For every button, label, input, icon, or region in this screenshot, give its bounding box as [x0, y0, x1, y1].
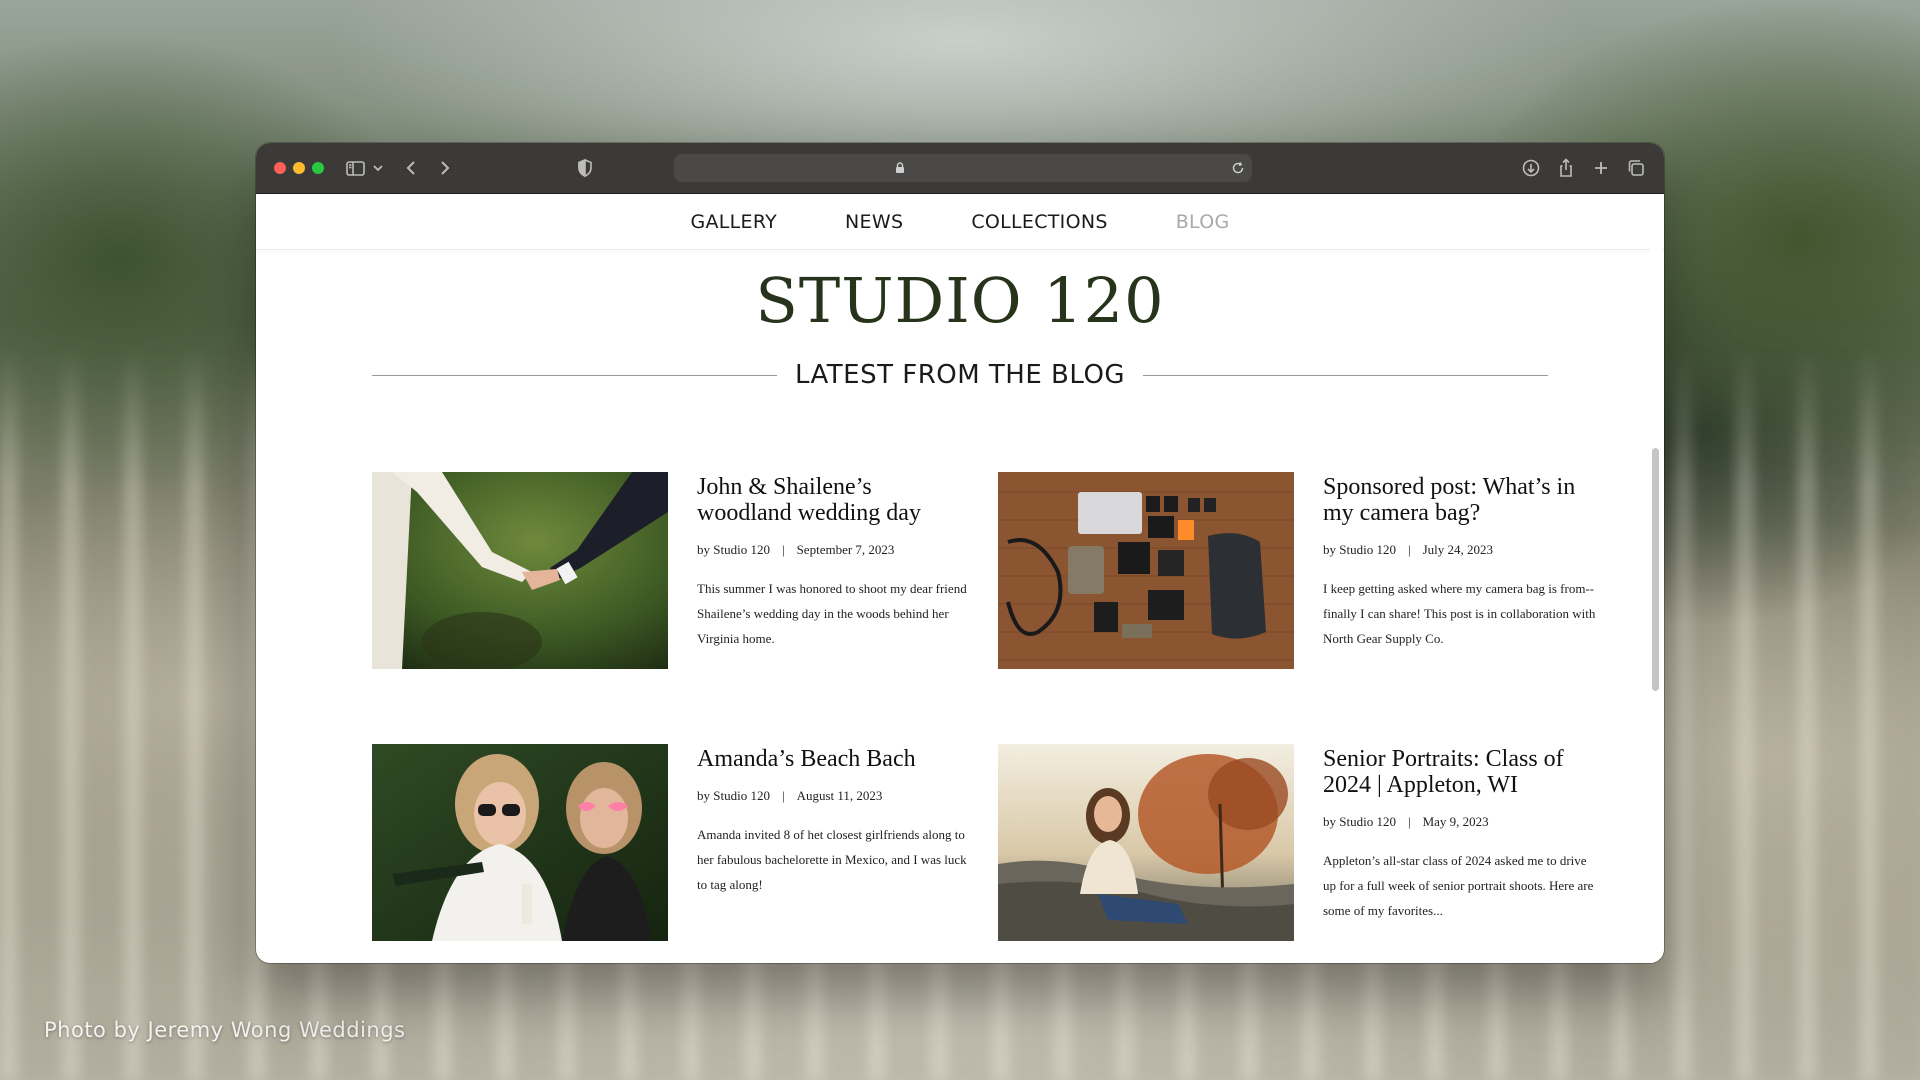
- meta-separator: |: [1408, 814, 1411, 829]
- post-meta: by Studio 120 | September 7, 2023: [697, 542, 972, 558]
- post-date: May 9, 2023: [1423, 814, 1489, 829]
- post-date: August 11, 2023: [797, 788, 883, 803]
- browser-toolbar: [256, 143, 1664, 194]
- nav-gallery[interactable]: GALLERY: [690, 211, 777, 233]
- meta-separator: |: [1408, 542, 1411, 557]
- post-title[interactable]: Sponsored post: What’s in my camera bag?: [1323, 474, 1598, 526]
- post-image-wedding-hands[interactable]: [372, 472, 668, 669]
- address-bar[interactable]: [674, 154, 1252, 182]
- post-title[interactable]: John & Shailene’s woodland wedding day: [697, 474, 972, 526]
- blog-post-card[interactable]: John & Shailene’s woodland wedding day b…: [372, 472, 972, 672]
- sidebar-icon[interactable]: [344, 156, 368, 180]
- post-image-camera-bag[interactable]: [998, 472, 1294, 669]
- minimize-window-button[interactable]: [293, 162, 305, 174]
- post-author: by Studio 120: [697, 542, 770, 557]
- post-excerpt: This summer I was honored to shoot my de…: [697, 576, 972, 651]
- downloads-icon[interactable]: [1519, 156, 1543, 180]
- post-title[interactable]: Senior Portraits: Class of 2024 | Applet…: [1323, 746, 1598, 798]
- reload-icon[interactable]: [1230, 160, 1246, 176]
- post-meta: by Studio 120 | May 9, 2023: [1323, 814, 1598, 830]
- meta-separator: |: [782, 542, 785, 557]
- post-title[interactable]: Amanda’s Beach Bach: [697, 746, 972, 772]
- post-author: by Studio 120: [1323, 814, 1396, 829]
- back-icon[interactable]: [400, 156, 424, 180]
- nav-news[interactable]: NEWS: [845, 211, 903, 233]
- new-tab-icon[interactable]: [1589, 156, 1613, 180]
- divider: [372, 375, 777, 376]
- privacy-shield-icon[interactable]: [573, 156, 597, 180]
- post-image-bachelorette[interactable]: [372, 744, 668, 941]
- page-viewport: GALLERY NEWS COLLECTIONS BLOG STUDIO 120…: [256, 194, 1664, 963]
- post-excerpt: Appleton’s all-star class of 2024 asked …: [1323, 848, 1598, 923]
- tab-overview-icon[interactable]: [1624, 156, 1648, 180]
- post-excerpt: Amanda invited 8 of het closest girlfrie…: [697, 822, 972, 897]
- post-date: July 24, 2023: [1423, 542, 1493, 557]
- site-nav: GALLERY NEWS COLLECTIONS BLOG: [256, 194, 1664, 250]
- scrollbar-thumb[interactable]: [1652, 448, 1659, 691]
- post-info: John & Shailene’s woodland wedding day b…: [697, 472, 972, 651]
- zoom-window-button[interactable]: [312, 162, 324, 174]
- scrollbar-track[interactable]: [1650, 194, 1662, 963]
- section-title: LATEST FROM THE BLOG: [795, 360, 1125, 390]
- site-brand[interactable]: STUDIO 120: [256, 270, 1664, 332]
- blog-post-card[interactable]: Senior Portraits: Class of 2024 | Applet…: [998, 744, 1598, 944]
- post-date: September 7, 2023: [797, 542, 895, 557]
- post-author: by Studio 120: [697, 788, 770, 803]
- post-author: by Studio 120: [1323, 542, 1396, 557]
- chevron-down-icon[interactable]: [366, 156, 380, 180]
- forward-icon[interactable]: [432, 156, 456, 180]
- meta-separator: |: [782, 788, 785, 803]
- blog-post-card[interactable]: Sponsored post: What’s in my camera bag?…: [998, 472, 1598, 672]
- post-info: Senior Portraits: Class of 2024 | Applet…: [1323, 744, 1598, 923]
- photo-credit: Photo by Jeremy Wong Weddings: [44, 1018, 406, 1042]
- nav-blog[interactable]: BLOG: [1176, 211, 1230, 233]
- divider: [1143, 375, 1548, 376]
- post-image-senior-portrait[interactable]: [998, 744, 1294, 941]
- browser-window: GALLERY NEWS COLLECTIONS BLOG STUDIO 120…: [256, 143, 1664, 963]
- post-meta: by Studio 120 | July 24, 2023: [1323, 542, 1598, 558]
- post-meta: by Studio 120 | August 11, 2023: [697, 788, 972, 804]
- nav-collections[interactable]: COLLECTIONS: [971, 211, 1107, 233]
- post-info: Sponsored post: What’s in my camera bag?…: [1323, 472, 1598, 651]
- share-icon[interactable]: [1554, 156, 1578, 180]
- blog-post-card[interactable]: Amanda’s Beach Bach by Studio 120 | August…: [372, 744, 972, 944]
- section-header: LATEST FROM THE BLOG: [372, 358, 1548, 392]
- post-excerpt: I keep getting asked where my camera bag…: [1323, 576, 1598, 651]
- post-info: Amanda’s Beach Bach by Studio 120 | August…: [697, 744, 972, 897]
- close-window-button[interactable]: [274, 162, 286, 174]
- lock-icon: [892, 160, 908, 176]
